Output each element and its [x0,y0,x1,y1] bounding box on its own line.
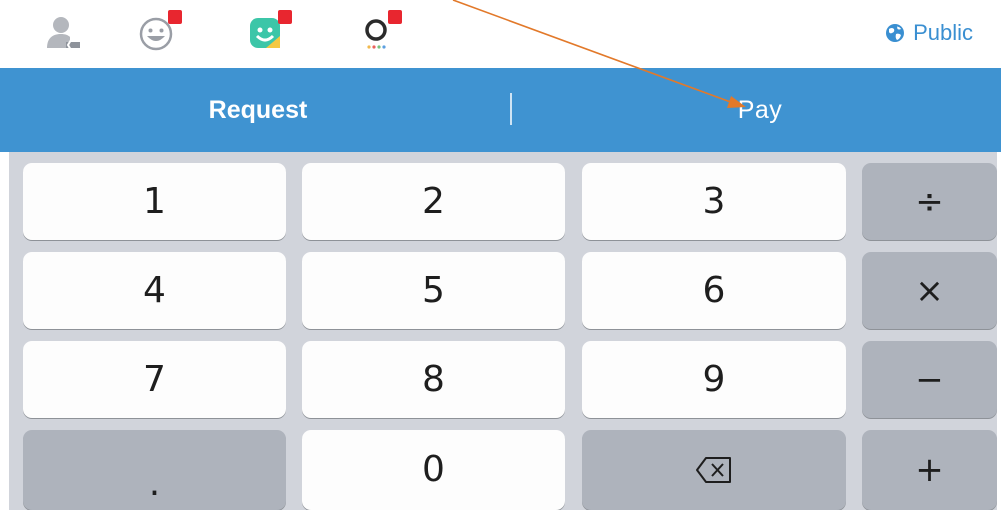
key-3[interactable]: 3 [582,163,846,240]
plus-label: + [915,450,944,490]
sticker-icon[interactable] [246,10,292,52]
key-5-label: 5 [422,269,445,311]
pay-button[interactable]: Pay [510,68,1001,152]
key-2[interactable]: 2 [302,163,565,240]
key-9-label: 9 [702,358,726,400]
key-0[interactable]: 0 [302,430,565,510]
key-5[interactable]: 5 [302,252,565,329]
key-4[interactable]: 4 [23,252,286,329]
backspace-key[interactable] [582,430,846,510]
minus-key[interactable]: − [862,341,997,418]
key-7-label: 7 [143,358,166,400]
key-2-label: 2 [422,180,445,222]
color-picker-icon[interactable] [360,10,402,52]
key-3-label: 3 [702,180,726,222]
privacy-selector[interactable]: Public [885,18,973,48]
minus-label: − [915,359,944,400]
key-6-label: 6 [702,269,726,311]
decimal-key[interactable]: . [23,430,286,510]
request-button[interactable]: Request [8,68,508,152]
toolbar: Public [0,0,1001,68]
multiply-key[interactable]: × [862,252,997,329]
divide-label: ÷ [915,181,944,222]
decimal-label: . [148,463,161,504]
key-0-label: 0 [422,449,445,490]
color-notification-badge [388,10,402,24]
payment-composer: Public Request Pay 1 2 3 ÷ 4 5 6 × 7 8 9… [0,0,1001,510]
plus-key[interactable]: + [862,430,997,510]
key-1[interactable]: 1 [23,163,286,240]
key-8[interactable]: 8 [302,341,565,418]
key-9[interactable]: 9 [582,341,846,418]
privacy-label: Public [913,20,973,45]
sticker-notification-badge [278,10,292,24]
contact-icon[interactable] [44,12,84,52]
key-1-label: 1 [143,180,166,222]
emoji-icon[interactable] [136,10,182,52]
key-7[interactable]: 7 [23,341,286,418]
numeric-keypad: 1 2 3 ÷ 4 5 6 × 7 8 9 − . 0 + [9,152,997,510]
globe-icon [885,23,905,43]
key-4-label: 4 [143,269,166,311]
backspace-icon [695,456,733,484]
emoji-notification-badge [168,10,182,24]
divide-key[interactable]: ÷ [862,163,997,240]
key-8-label: 8 [422,358,445,400]
multiply-label: × [915,270,944,311]
request-pay-bar: Request Pay [0,68,1001,152]
key-6[interactable]: 6 [582,252,846,329]
